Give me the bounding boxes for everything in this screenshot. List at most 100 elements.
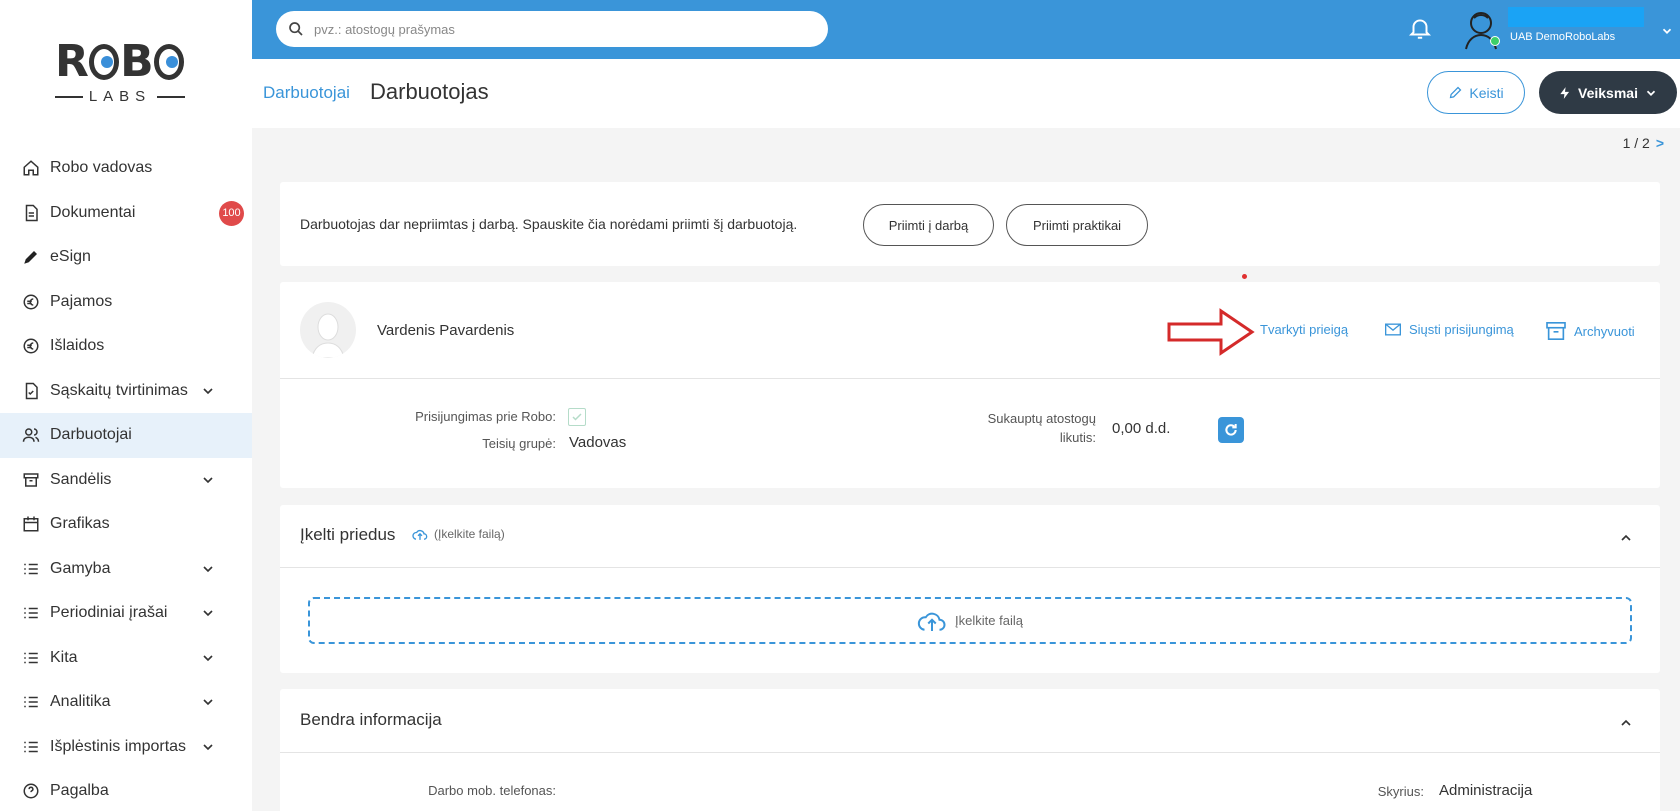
sidebar-nav: Robo vadovas Dokumentai 100 eSign Pajamo… bbox=[0, 146, 252, 811]
euro-circle-icon bbox=[20, 291, 42, 313]
refresh-vacation-button[interactable] bbox=[1218, 417, 1244, 443]
search-icon bbox=[289, 22, 303, 36]
intern-button[interactable]: Priimti praktikai bbox=[1006, 204, 1148, 246]
cloud-upload-icon bbox=[917, 612, 946, 631]
top-bar: UAB DemoRoboLabs bbox=[252, 0, 1680, 59]
home-icon bbox=[20, 157, 42, 179]
robolabs-logo[interactable]: RB LABS bbox=[55, 38, 185, 108]
rights-value: Vadovas bbox=[569, 434, 627, 451]
sidebar-item-label: Pajamos bbox=[50, 292, 113, 310]
chevron-down-icon bbox=[203, 610, 213, 617]
document-check-icon bbox=[20, 380, 42, 402]
users-icon bbox=[20, 424, 42, 446]
document-icon bbox=[20, 202, 42, 224]
sidebar-item-label: Dokumentai bbox=[50, 203, 136, 221]
user-name-redacted bbox=[1508, 7, 1644, 27]
employee-avatar bbox=[300, 302, 356, 358]
hire-button[interactable]: Priimti į darbą bbox=[863, 204, 994, 246]
list-icon bbox=[20, 602, 42, 624]
sidebar-item-isplestinis-importas[interactable]: Išplėstinis importas bbox=[0, 725, 252, 770]
chevron-up-icon[interactable] bbox=[1618, 715, 1634, 731]
breadcrumb-darbuotojai[interactable]: Darbuotojai bbox=[263, 83, 350, 103]
vacation-label-line2: likutis: bbox=[1059, 430, 1096, 445]
edit-button[interactable]: Keisti bbox=[1427, 71, 1525, 114]
pager-text: 1 / 2 bbox=[1622, 135, 1650, 151]
chevron-down-icon bbox=[203, 654, 213, 661]
sidebar-item-label: Darbuotojai bbox=[50, 426, 132, 444]
chevron-down-icon bbox=[203, 699, 213, 706]
sidebar-item-label: Robo vadovas bbox=[50, 159, 153, 177]
sidebar-item-darbuotojai[interactable]: Darbuotojai bbox=[0, 413, 252, 458]
chevron-down-icon bbox=[203, 476, 213, 483]
actions-button-label: Veiksmai bbox=[1578, 84, 1638, 101]
next-record-button[interactable]: > bbox=[1656, 135, 1664, 151]
general-info-title: Bendra informacija bbox=[300, 710, 442, 729]
vacation-label-line1: Sukauptų atostogų bbox=[987, 411, 1096, 426]
employee-card: Vardenis Pavardenis Tvarkyti prieigą Sių… bbox=[280, 274, 1660, 488]
help-circle-icon bbox=[20, 780, 42, 802]
divider bbox=[280, 752, 1660, 753]
sidebar-item-pagalba[interactable]: Pagalba bbox=[0, 769, 252, 811]
sidebar-item-robo-vadovas[interactable]: Robo vadovas bbox=[0, 146, 252, 191]
chevron-down-icon bbox=[203, 743, 213, 750]
sidebar-item-dokumentai[interactable]: Dokumentai 100 bbox=[0, 191, 252, 236]
logo-top: RB bbox=[55, 38, 185, 86]
sidebar-item-label: eSign bbox=[50, 248, 91, 266]
department-value: Administracija bbox=[1439, 782, 1533, 799]
red-dot-marker bbox=[1242, 274, 1247, 279]
edit-button-label: Keisti bbox=[1469, 84, 1504, 101]
manage-access-label: Tvarkyti prieigą bbox=[1260, 322, 1349, 337]
envelope-icon bbox=[1385, 323, 1401, 336]
sidebar-item-saskaitu-tvirtinimas[interactable]: Sąskaitų tvirtinimas bbox=[0, 369, 252, 414]
dropzone-label: Įkelkite failą bbox=[955, 613, 1023, 628]
actions-button[interactable]: Veiksmai bbox=[1539, 71, 1677, 114]
sidebar-item-label: Sandėlis bbox=[50, 470, 112, 488]
sidebar-item-periodiniai-irasai[interactable]: Periodiniai įrašai bbox=[0, 591, 252, 636]
sidebar-item-esign[interactable]: eSign bbox=[0, 235, 252, 280]
login-checkbox[interactable] bbox=[568, 408, 586, 426]
sidebar: RB LABS Robo vadovas Dokumentai 100 eSig… bbox=[0, 0, 252, 811]
refresh-icon bbox=[1225, 424, 1237, 436]
bell-icon[interactable] bbox=[1407, 14, 1433, 42]
search-input[interactable] bbox=[314, 21, 794, 37]
department-label: Skyrius: bbox=[1377, 784, 1424, 799]
hire-notice-card: Darbuotojas dar nepriimtas į darbą. Spau… bbox=[280, 182, 1660, 266]
divider bbox=[280, 378, 1660, 379]
search-box[interactable] bbox=[276, 11, 828, 47]
sidebar-item-label: Sąskaitų tvirtinimas bbox=[50, 381, 188, 399]
general-info-card: Bendra informacija Darbo mob. telefonas:… bbox=[280, 689, 1660, 811]
archive-icon bbox=[20, 469, 42, 491]
sidebar-item-gamyba[interactable]: Gamyba bbox=[0, 547, 252, 592]
page-title: Darbuotojas bbox=[370, 79, 489, 104]
red-arrow-annotation bbox=[1167, 308, 1255, 356]
send-login-link[interactable]: Siųsti prisijungimą bbox=[1385, 322, 1514, 337]
sidebar-item-kita[interactable]: Kita bbox=[0, 636, 252, 681]
sidebar-item-sandelis[interactable]: Sandėlis bbox=[0, 458, 252, 503]
manage-access-link[interactable]: Tvarkyti prieigą bbox=[1260, 322, 1348, 337]
archive-label: Archyvuoti bbox=[1574, 323, 1635, 339]
logo-bottom: LABS bbox=[55, 88, 185, 105]
upload-file-link-label: (Įkelkite failą) bbox=[434, 527, 505, 541]
file-dropzone[interactable]: Įkelkite failą bbox=[308, 597, 1632, 644]
sidebar-item-label: Išplėstinis importas bbox=[50, 737, 187, 755]
archive-link[interactable]: Archyvuoti bbox=[1546, 322, 1635, 340]
sidebar-item-analitika[interactable]: Analitika bbox=[0, 680, 252, 725]
company-name: UAB DemoRoboLabs bbox=[1510, 31, 1616, 43]
chevron-down-icon[interactable] bbox=[1660, 24, 1674, 38]
upload-file-link[interactable]: (Įkelkite failą) bbox=[412, 527, 505, 541]
online-status-dot bbox=[1490, 36, 1500, 46]
sidebar-item-label: Grafikas bbox=[50, 515, 110, 533]
sidebar-item-label: Kita bbox=[50, 648, 78, 666]
work-phone-label: Darbo mob. telefonas: bbox=[428, 783, 556, 798]
sidebar-item-pajamos[interactable]: Pajamos bbox=[0, 280, 252, 325]
list-icon bbox=[20, 736, 42, 758]
sidebar-item-label: Analitika bbox=[50, 693, 111, 711]
lightning-icon bbox=[1560, 86, 1570, 99]
list-icon bbox=[20, 691, 42, 713]
sidebar-item-label: Gamyba bbox=[50, 559, 111, 577]
sidebar-item-grafikas[interactable]: Grafikas bbox=[0, 502, 252, 547]
sidebar-item-islaidos[interactable]: Išlaidos bbox=[0, 324, 252, 369]
attachments-card: Įkelti priedus (Įkelkite failą) Įkelkite… bbox=[280, 505, 1660, 673]
archive-icon bbox=[1546, 322, 1566, 340]
chevron-up-icon[interactable] bbox=[1618, 530, 1634, 546]
